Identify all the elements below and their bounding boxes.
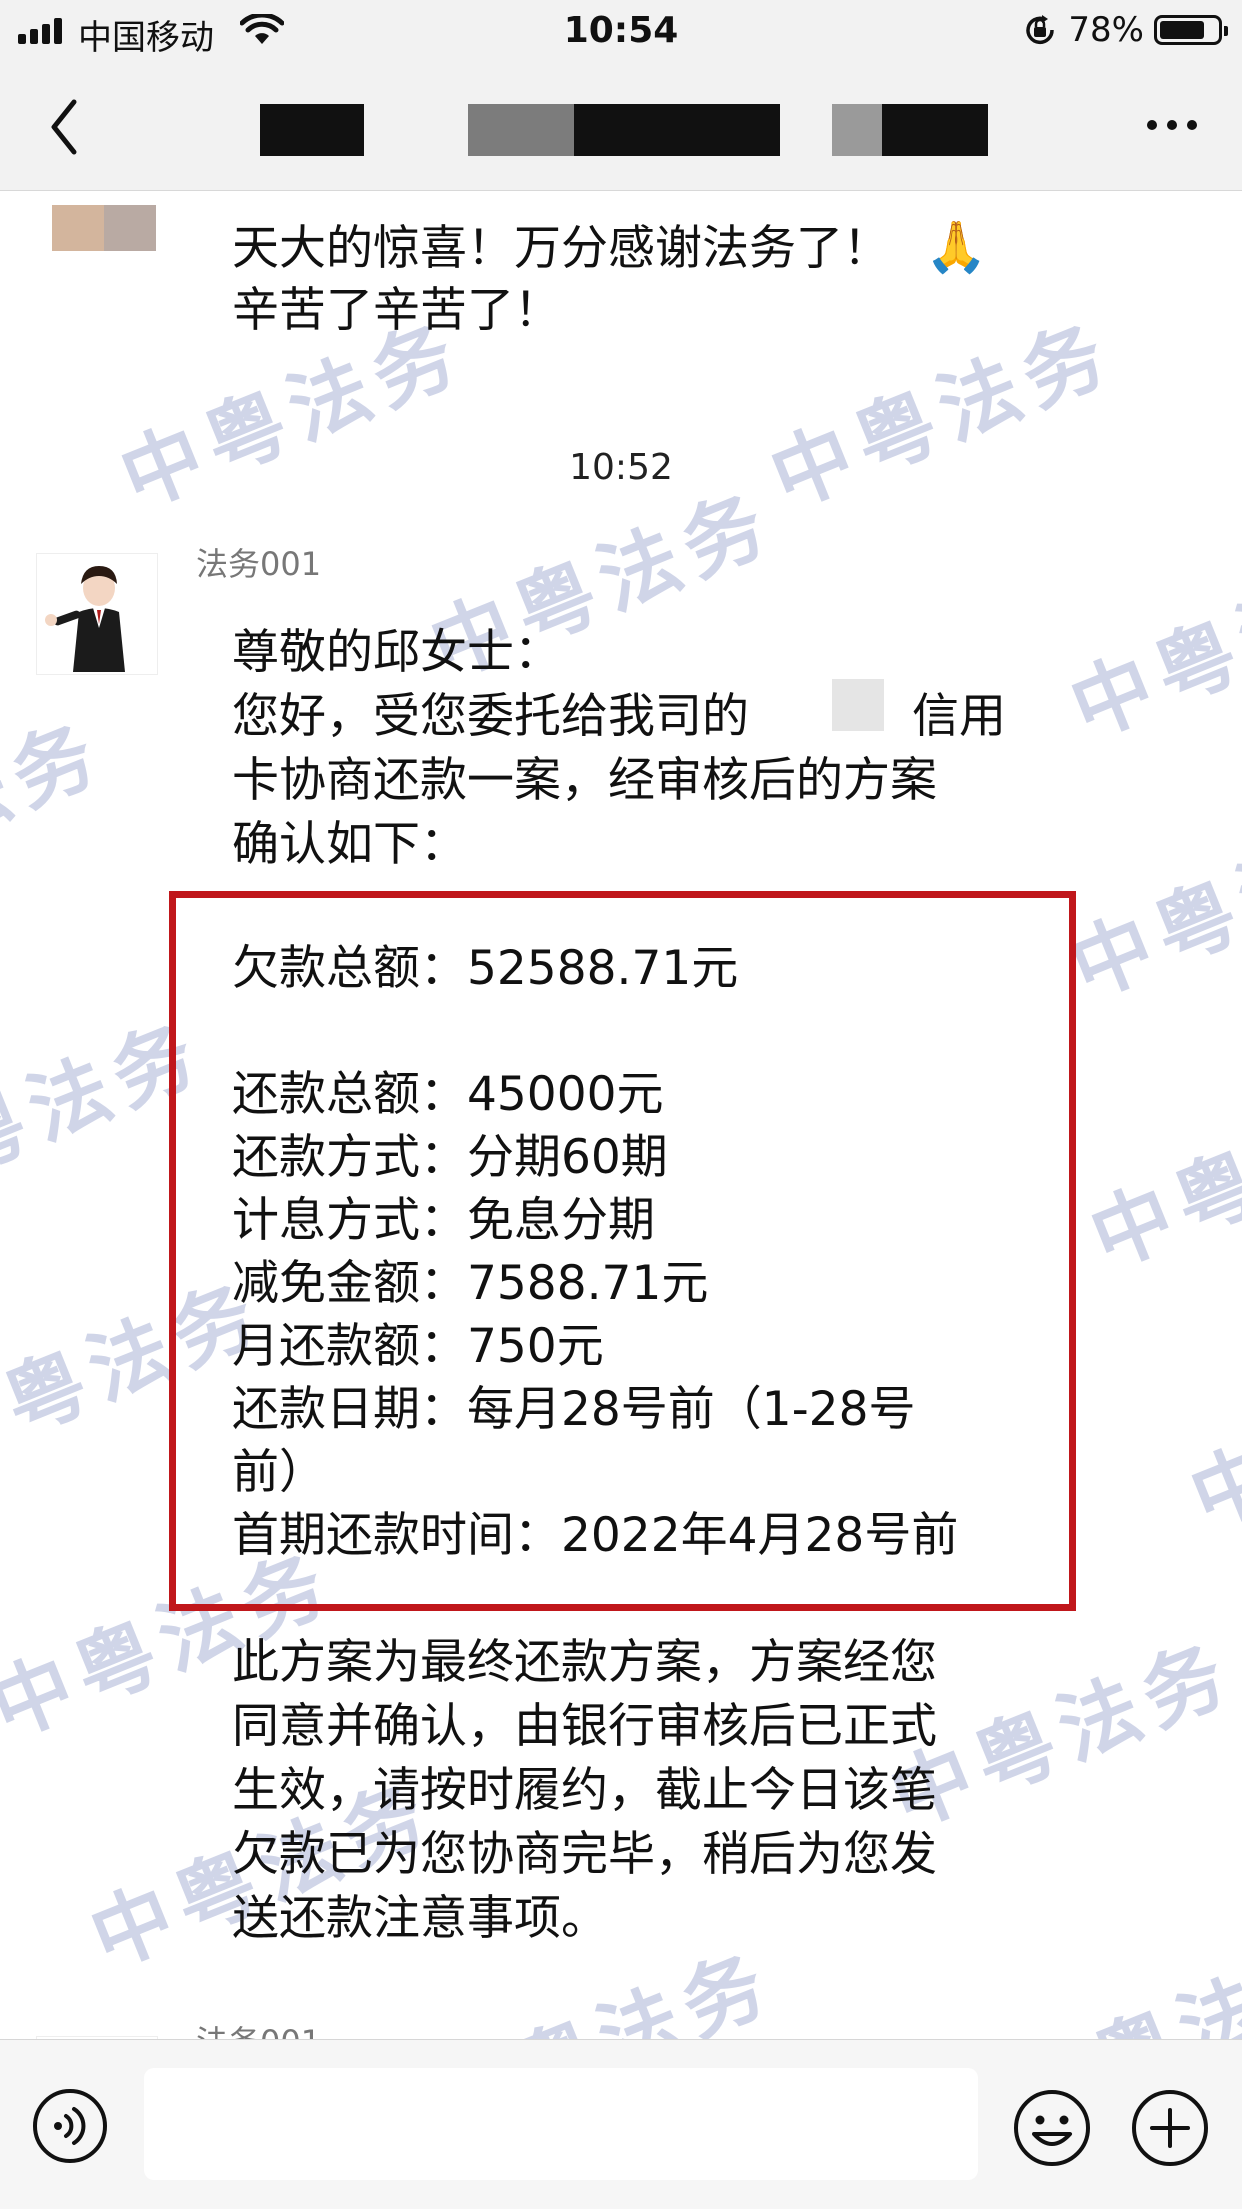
chat-header [0, 62, 1242, 191]
message-text: 确认如下： [232, 817, 467, 872]
watermark: 中粤法务 [1078, 1064, 1242, 1286]
plan-repay-total: 还款总额：45000元 [232, 1067, 664, 1122]
orientation-lock-icon [1026, 15, 1055, 45]
message-input[interactable] [144, 2068, 978, 2180]
redacted-block [832, 679, 884, 731]
redacted-title-part [832, 104, 988, 156]
message-text: 生效，请按时履约，截止今日该笔 [232, 1763, 937, 1818]
watermark: 中粤法务 [0, 704, 117, 926]
avatar[interactable] [36, 553, 158, 675]
message-text: 同意并确认，由银行审核后已正式 [232, 1699, 937, 1754]
status-bar: 中国移动 10:54 78% [0, 0, 1242, 62]
watermark: 中粤法务 [1058, 794, 1242, 1016]
sender-name: 法务001 [196, 545, 322, 583]
battery-percent: 78% [1068, 10, 1144, 50]
sender-name: 法务001 [196, 2017, 321, 2039]
redacted-title-part [468, 104, 780, 156]
plan-repay-method: 还款方式：分期60期 [232, 1130, 668, 1185]
battery-icon [1154, 15, 1228, 45]
plan-debt-total: 欠款总额：52588.71元 [232, 941, 739, 996]
plan-interest-method: 计息方式：免息分期 [232, 1193, 655, 1248]
plan-reduction: 减免金额：7588.71元 [232, 1256, 709, 1311]
message-text: 您好，受您委托给我司的 [232, 689, 749, 744]
chat-area[interactable]: 中粤法务 中粤法务 中粤法务 中粤法务 中粤法务 中粤法务 中粤法务 中粤法务 … [0, 191, 1242, 2039]
plan-monthly: 月还款额：750元 [232, 1319, 604, 1374]
chevron-left-icon[interactable] [40, 92, 90, 162]
watermark: 中粤法务 [1058, 534, 1242, 756]
input-bar [0, 2039, 1242, 2209]
plus-icon[interactable] [1130, 2088, 1210, 2168]
watermark: 中粤法务 [758, 304, 1127, 526]
message-text: 天大的惊喜！万分感谢法务了！ [232, 221, 890, 276]
message-timestamp: 10:52 [569, 447, 673, 488]
redacted-title-part [260, 104, 364, 156]
message-text: 辛苦了辛苦了！ [232, 283, 561, 338]
plan-due-date-cont: 前） [232, 1445, 326, 1500]
message-text: 送还款注意事项。 [232, 1891, 608, 1946]
avatar[interactable] [52, 205, 156, 251]
more-icon[interactable] [1142, 110, 1202, 140]
message-text: 尊敬的邱女士： [232, 625, 561, 680]
plan-first-payment: 首期还款时间：2022年4月28号前 [232, 1508, 959, 1563]
lawyer-avatar-icon [45, 566, 125, 672]
message-text: 卡协商还款一案，经审核后的方案 [232, 753, 937, 808]
watermark: 中粤法务 [998, 1924, 1242, 2039]
voice-icon[interactable] [32, 2088, 108, 2164]
pray-emoji: 🙏 [924, 218, 988, 276]
message-text: 信用 [912, 689, 1006, 744]
plan-due-date: 还款日期：每月28号前（1-28号 [232, 1382, 916, 1437]
emoji-icon[interactable] [1012, 2088, 1092, 2168]
message-text: 此方案为最终还款方案，方案经您 [232, 1635, 937, 1690]
watermark: 中粤法务 [1178, 1324, 1242, 1546]
message-text: 欠款已为您协商完毕，稍后为您发 [232, 1827, 937, 1882]
